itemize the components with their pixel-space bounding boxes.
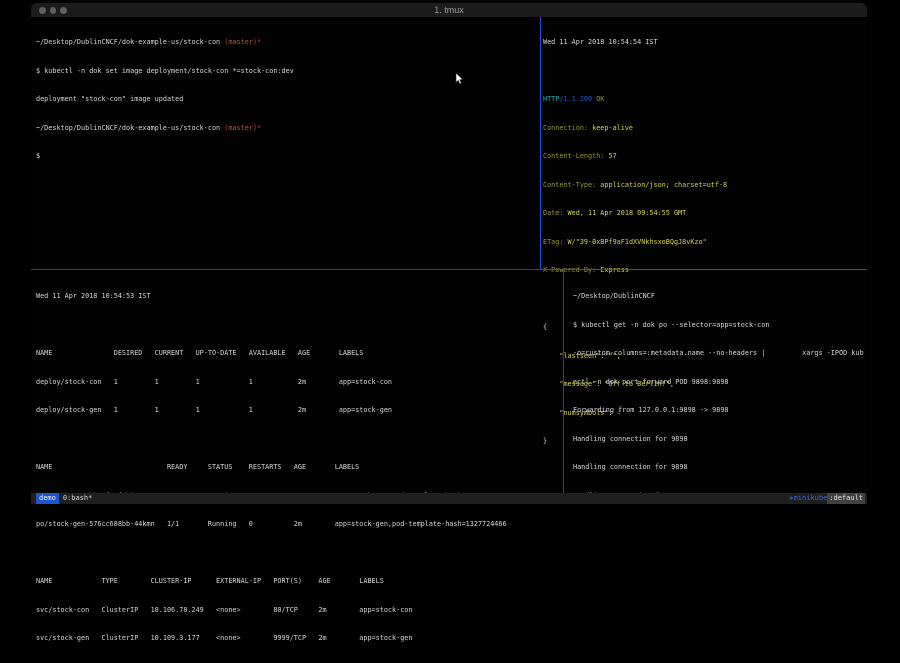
header-name: Content-Type:	[543, 181, 596, 189]
header-value: Wed, 11 Apr 2018 09:54:55 GMT	[563, 209, 686, 217]
status-right: ⎈ minikube :default	[789, 493, 865, 504]
git-dirty-flag: *	[257, 124, 261, 132]
tmux-status-bar: demo 0:bash* ⎈ minikube :default	[31, 493, 867, 504]
kube-namespace-label: :default	[827, 493, 865, 504]
session-name-badge: demo	[36, 493, 59, 504]
services-table-row: svc/stock-gen ClusterIP 10.109.3.177 <no…	[36, 634, 559, 644]
deployments-table-row: deploy/stock-con 1 1 1 1 2m app=stock-co…	[36, 378, 559, 388]
http-status-line: HTTP/1.1 200 OK	[543, 95, 863, 105]
header-name: Content-Length:	[543, 152, 604, 160]
pane-bottom-right[interactable]: ~/Desktop/DublinCNCF $ kubectl get -n do…	[573, 273, 863, 491]
git-branch: (master)	[220, 38, 257, 46]
forwarding-output: Forwarding from 127.0.0.1:9898 -> 9898	[573, 406, 863, 416]
http-version-status: /1.1 200	[559, 95, 592, 103]
pane-top-right[interactable]: Wed 11 Apr 2018 10:54:54 IST HTTP/1.1 20…	[543, 19, 863, 267]
header-name: Connection:	[543, 124, 588, 132]
prompt-line: ~/Desktop/DublinCNCF/dok-example-us/stoc…	[36, 124, 536, 134]
deployments-table-row: deploy/stock-gen 1 1 1 1 2m app=stock-ge…	[36, 406, 559, 416]
http-header: Connection: keep-alive	[543, 124, 863, 134]
header-value: application/json; charset=utf-8	[596, 181, 727, 189]
timestamp: Wed 11 Apr 2018 10:54:53 IST	[36, 292, 559, 302]
timestamp: Wed 11 Apr 2018 10:54:54 IST	[543, 38, 863, 48]
pods-table-header: NAME READY STATUS RESTARTS AGE LABELS	[36, 463, 559, 473]
kube-context-label: minikube	[794, 493, 828, 504]
deployments-table-header: NAME DESIRED CURRENT UP-TO-DATE AVAILABL…	[36, 349, 559, 359]
header-name: ETag:	[543, 238, 563, 246]
http-protocol: HTTP	[543, 95, 559, 103]
prompt-path: ~/Desktop/DublinCNCF/dok-example-us/stoc…	[36, 124, 220, 132]
handling-output: Handling connection for 9898	[573, 435, 863, 445]
pane-border-vertical-bottom	[563, 270, 564, 493]
blank-line	[36, 435, 559, 445]
traffic-lights	[39, 7, 67, 14]
blank-line	[543, 67, 863, 77]
pods-table-row: po/stock-gen-576cc688bb-44kmn 1/1 Runnin…	[36, 520, 559, 530]
blank-line	[36, 321, 559, 331]
http-status-text: OK	[592, 95, 604, 103]
mouse-pointer-icon	[455, 73, 464, 85]
header-value: keep-alive	[588, 124, 633, 132]
status-left: demo 0:bash*	[36, 493, 92, 504]
pane-border-horizontal-left	[31, 269, 540, 270]
zoom-button[interactable]	[60, 7, 67, 14]
command-line-wrap: -o=custom-columns=:metadata.name --no-he…	[573, 349, 863, 359]
tmux-window-label[interactable]: 0:bash*	[63, 493, 93, 504]
terminal-window: 1. tmux ~/Desktop/DublinCNCF/dok-example…	[31, 3, 867, 504]
services-table-header: NAME TYPE CLUSTER-IP EXTERNAL-IP PORT(S)…	[36, 577, 559, 587]
prompt-symbol: $	[36, 152, 536, 162]
prompt-path: ~/Desktop/DublinCNCF	[573, 292, 863, 302]
http-header: Content-Type: application/json; charset=…	[543, 181, 863, 191]
handling-output: Handling connection for 9898	[573, 463, 863, 473]
http-header: Date: Wed, 11 Apr 2018 09:54:55 GMT	[543, 209, 863, 219]
http-header: ETag: W/"39-0xBPf9aF1dXVNkhsxoBQgJ8vKzo"	[543, 238, 863, 248]
pane-border-vertical-top	[540, 17, 541, 269]
command-line: $ kubectl get -n dok po --selector=app=s…	[573, 321, 863, 331]
minimize-button[interactable]	[50, 7, 57, 14]
title-bar[interactable]: 1. tmux	[31, 3, 867, 17]
services-table-row: svc/stock-con ClusterIP 10.106.78.249 <n…	[36, 606, 559, 616]
prompt-path: ~/Desktop/DublinCNCF/dok-example-us/stoc…	[36, 38, 220, 46]
pane-border-horizontal-right	[540, 269, 867, 270]
command-line-wrap: ectl -n dok port-forward POD 9898:9898	[573, 378, 863, 388]
header-name: Date:	[543, 209, 563, 217]
http-header: Content-Length: 57	[543, 152, 863, 162]
blank-line	[36, 549, 559, 559]
window-title: 1. tmux	[31, 3, 867, 17]
command-output: deployment "stock-con" image updated	[36, 95, 536, 105]
close-button[interactable]	[39, 7, 46, 14]
prompt-line: ~/Desktop/DublinCNCF/dok-example-us/stoc…	[36, 38, 536, 48]
pane-top-left[interactable]: ~/Desktop/DublinCNCF/dok-example-us/stoc…	[36, 19, 536, 267]
git-branch: (master)	[220, 124, 257, 132]
git-dirty-flag: *	[257, 38, 261, 46]
pane-bottom-left[interactable]: Wed 11 Apr 2018 10:54:53 IST NAME DESIRE…	[36, 273, 559, 491]
header-value: W/"39-0xBPf9aF1dXVNkhsxoBQgJ8vKzo"	[563, 238, 706, 246]
header-value: 57	[604, 152, 616, 160]
